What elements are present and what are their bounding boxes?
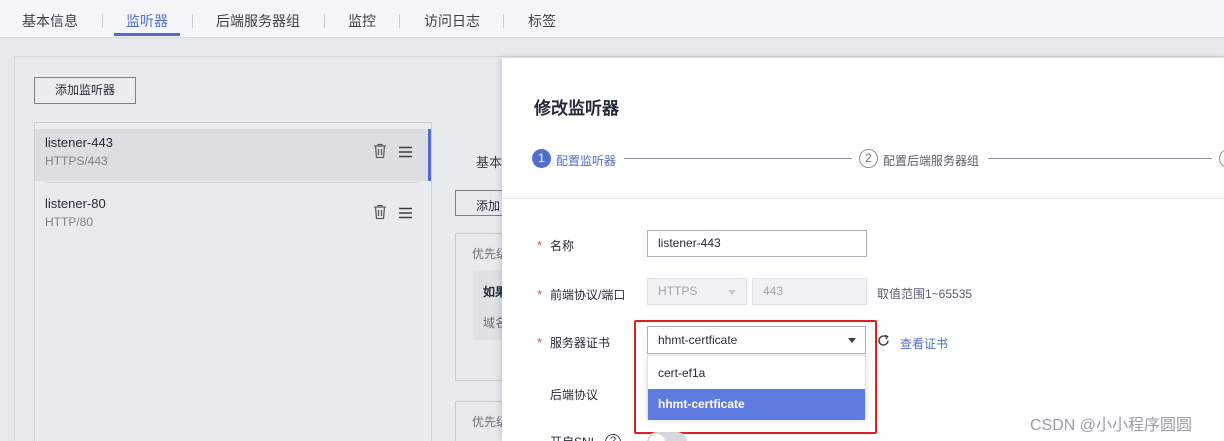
- refresh-icon[interactable]: [877, 334, 890, 347]
- tab-tags[interactable]: 标签: [528, 11, 556, 31]
- frontend-protocol-port-label: 前端协议/端口: [550, 288, 626, 302]
- view-certificate-link[interactable]: 查看证书: [900, 335, 948, 352]
- tab-monitoring[interactable]: 监控: [348, 11, 376, 31]
- trash-icon[interactable]: [373, 204, 387, 220]
- listener-name: listener-443: [45, 135, 113, 150]
- frontend-protocol-value: HTTPS: [658, 284, 698, 298]
- toggle-knob: [649, 434, 665, 441]
- step-connector: [988, 158, 1212, 159]
- tab-backend-server-groups[interactable]: 后端服务器组: [216, 11, 300, 31]
- required-mark: *: [537, 287, 543, 302]
- tab-listeners[interactable]: 监听器: [126, 11, 168, 31]
- highlight-annotation-box: [634, 320, 877, 434]
- tab-access-logs[interactable]: 访问日志: [424, 11, 480, 31]
- detail-add-label: 添加: [476, 199, 501, 213]
- menu-icon[interactable]: [399, 207, 412, 219]
- enable-sni-label: 开启SNI: [550, 433, 594, 441]
- frontend-port-input: 443: [752, 278, 867, 305]
- listener-item-443[interactable]: listener-443 HTTPS/443: [35, 129, 431, 181]
- step-1-label: 配置监听器: [556, 154, 617, 168]
- trash-icon[interactable]: [373, 143, 387, 159]
- tab-separator: [102, 14, 103, 28]
- listener-item-80[interactable]: listener-80 HTTP/80: [35, 190, 431, 242]
- tab-separator: [192, 14, 193, 28]
- port-range-hint: 取值范围1~65535: [877, 287, 973, 301]
- detail-tab-basic[interactable]: 基本: [476, 152, 502, 171]
- tab-basic-info[interactable]: 基本信息: [22, 11, 78, 31]
- drawer-title: 修改监听器: [534, 99, 619, 118]
- list-divider: [45, 182, 419, 183]
- csdn-watermark: CSDN @小小程序圆圆: [1030, 417, 1193, 434]
- active-tab-indicator: [114, 33, 180, 36]
- drawer-divider: [502, 198, 1224, 199]
- tab-separator: [399, 14, 400, 28]
- tab-separator: [503, 14, 504, 28]
- add-listener-button[interactable]: 添加监听器: [34, 77, 136, 104]
- step-2-indicator: 2: [859, 149, 878, 168]
- step-2-label: 配置后端服务器组: [883, 154, 980, 168]
- listener-name: listener-80: [45, 196, 106, 211]
- name-input[interactable]: listener-443: [647, 230, 867, 257]
- menu-icon[interactable]: [399, 146, 412, 158]
- step-1-indicator: 1: [532, 149, 551, 168]
- sni-toggle[interactable]: [647, 432, 687, 441]
- name-label: 名称: [550, 239, 575, 253]
- chevron-down-icon: [728, 290, 736, 295]
- server-certificate-label: 服务器证书: [550, 336, 611, 350]
- listener-protocol: HTTPS/443: [45, 154, 108, 168]
- top-tab-bar: 基本信息 监听器 后端服务器组 监控 访问日志 标签: [0, 0, 1224, 38]
- backend-protocol-label: 后端协议: [550, 388, 599, 402]
- frontend-protocol-select: HTTPS: [647, 278, 747, 305]
- tab-separator: [324, 14, 325, 28]
- listener-protocol: HTTP/80: [45, 215, 94, 229]
- required-mark: *: [537, 238, 543, 253]
- required-mark: *: [537, 335, 543, 350]
- step-connector: [624, 158, 852, 159]
